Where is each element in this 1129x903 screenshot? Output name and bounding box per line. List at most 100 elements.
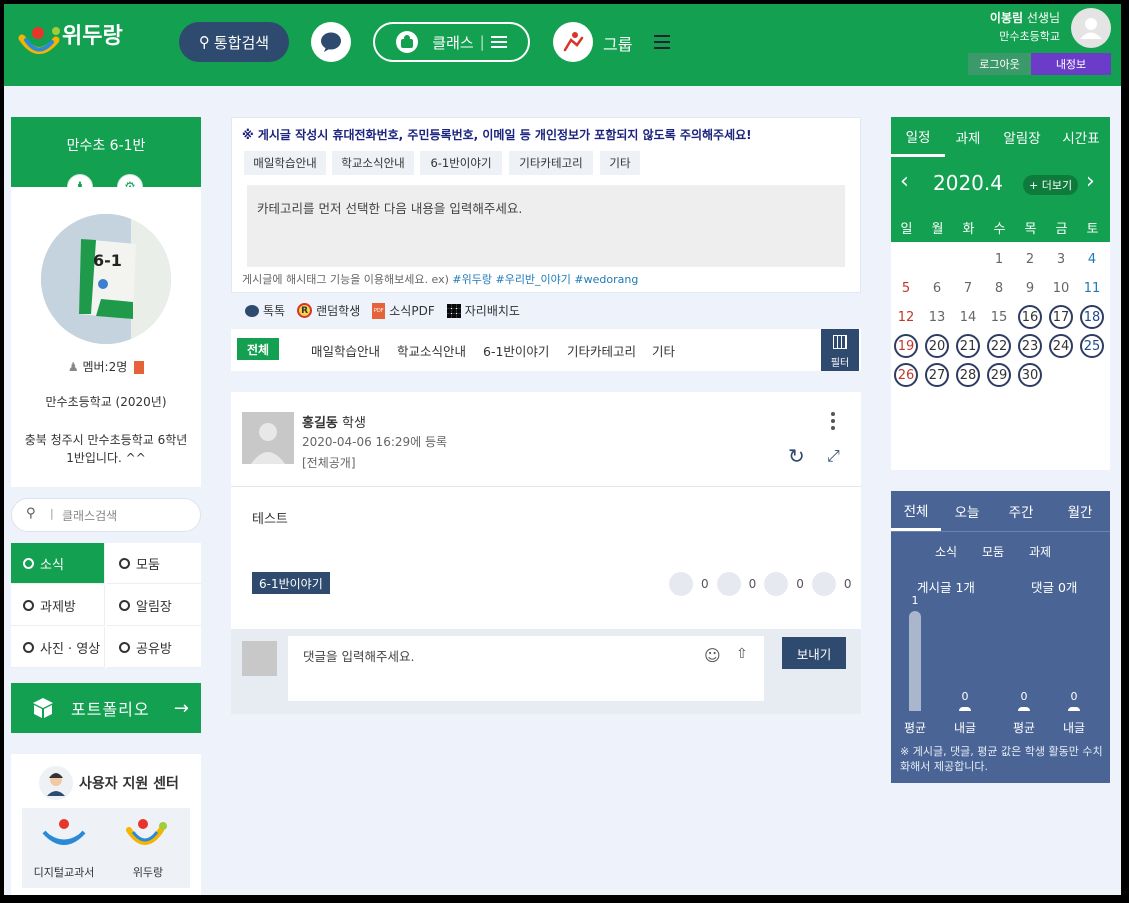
user-avatar[interactable] xyxy=(1071,8,1111,48)
hashtag-tip: 게시글에 해시태그 기능을 이용해보세요. ex) #위두랑 #우리반_이야기 … xyxy=(242,271,638,287)
stats-subtab-assignment[interactable]: 과제 xyxy=(1029,543,1051,560)
calendar-day[interactable]: 18 xyxy=(1080,305,1104,329)
author-avatar[interactable] xyxy=(242,412,294,464)
prev-month-icon[interactable]: ‹ xyxy=(900,169,909,194)
post-content-input[interactable]: 카테고리를 먼저 선택한 다음 내용을 입력해주세요. xyxy=(247,185,845,267)
calendar-day[interactable]: 23 xyxy=(1018,334,1042,358)
menu-notice[interactable]: 알림장 xyxy=(107,585,201,626)
comment-input[interactable]: 댓글을 입력해주세요. ☺ ⇧ xyxy=(288,636,764,701)
calendar-day[interactable]: 13 xyxy=(925,305,949,329)
digital-textbook-link[interactable]: 디지털교과서 xyxy=(22,808,106,888)
tab-assignment[interactable]: 과제 xyxy=(941,117,995,157)
calendar-day[interactable]: 16 xyxy=(1018,305,1042,329)
calendar-day[interactable]: 20 xyxy=(925,334,949,358)
heart-icon[interactable] xyxy=(764,572,789,596)
category-chip[interactable]: 매일학습안내 xyxy=(244,151,326,175)
calendar-day[interactable]: 15 xyxy=(987,305,1011,329)
stats-tab-weekly[interactable]: 주간 xyxy=(994,491,1048,531)
stats-tab-all[interactable]: 전체 xyxy=(891,491,941,531)
menu-news[interactable]: 소식 xyxy=(11,543,105,584)
class-menu-button[interactable]: 클래스 | xyxy=(373,22,530,62)
document-icon[interactable] xyxy=(134,361,145,374)
calendar-day[interactable]: 9 xyxy=(1018,276,1042,300)
category-chip[interactable]: 기타카테고리 xyxy=(509,151,593,175)
share-icon[interactable] xyxy=(716,572,741,596)
tab-timetable[interactable]: 시간표 xyxy=(1054,117,1108,157)
calendar-day[interactable]: 21 xyxy=(956,334,980,358)
menu-share[interactable]: 공유방 xyxy=(107,627,201,668)
category-chip[interactable]: 6-1반이야기 xyxy=(420,151,502,175)
smile-reaction-icon[interactable] xyxy=(669,572,693,596)
stats-tab-today[interactable]: 오늘 xyxy=(941,491,993,531)
filter-tab[interactable]: 기타 xyxy=(652,341,675,360)
refresh-icon[interactable]: ↻ xyxy=(788,444,805,468)
emoji-icon[interactable]: ☺ xyxy=(704,646,721,665)
post-category-tag[interactable]: 6-1반이야기 xyxy=(252,572,330,594)
filter-tab[interactable]: 학교소식안내 xyxy=(397,341,466,360)
comment-icon[interactable] xyxy=(811,572,836,596)
calendar-day[interactable]: 19 xyxy=(894,334,918,358)
person-icon: ♟ xyxy=(67,360,79,374)
menu-group[interactable]: 모둠 xyxy=(107,543,201,584)
random-r-icon: R xyxy=(297,303,313,318)
send-comment-button[interactable]: 보내기 xyxy=(782,637,846,669)
tab-schedule[interactable]: 일정 xyxy=(891,117,945,157)
upload-icon[interactable]: ⇧ xyxy=(736,646,748,662)
calendar-day[interactable]: 30 xyxy=(1018,363,1042,387)
stats-tab-monthly[interactable]: 월간 xyxy=(1053,491,1107,531)
category-chip[interactable]: 학교소식안내 xyxy=(332,151,414,175)
more-options-icon[interactable] xyxy=(831,412,837,430)
menu-news-label: 소식 xyxy=(40,557,64,573)
filter-tab[interactable]: 6-1반이야기 xyxy=(483,341,549,360)
calendar-day[interactable]: 24 xyxy=(1049,334,1073,358)
menu-photo-video[interactable]: 사진 · 영상 xyxy=(11,627,105,668)
group-button[interactable] xyxy=(553,22,593,62)
class-search-input[interactable]: ⚲ | 클래스검색 xyxy=(11,498,201,532)
calendar-day[interactable]: 14 xyxy=(956,305,980,329)
my-info-button[interactable]: 내정보 xyxy=(1031,53,1111,75)
calendar-day[interactable]: 5 xyxy=(894,276,918,300)
calendar-day[interactable]: 17 xyxy=(1049,305,1073,329)
filter-tab-all[interactable]: 전체 xyxy=(237,338,279,360)
calendar-day[interactable]: 10 xyxy=(1049,276,1073,300)
calendar-day[interactable]: 1 xyxy=(987,247,1011,271)
chat-button[interactable] xyxy=(311,22,351,62)
calendar-day[interactable]: 3 xyxy=(1049,247,1073,271)
global-search-button[interactable]: ⚲ 통합검색 xyxy=(179,22,289,62)
talk-tool[interactable]: 톡톡 xyxy=(245,302,285,319)
filter-tab[interactable]: 매일학습안내 xyxy=(311,341,380,360)
menu-assignment[interactable]: 과제방 xyxy=(11,585,105,626)
seating-chart-tool[interactable]: 자리배치도 xyxy=(446,302,520,319)
compose-tools: 톡톡 R 랜덤학생 PDF 소식PDF 자리배치도 xyxy=(245,302,520,319)
calendar-day[interactable]: 8 xyxy=(987,276,1011,300)
menu-group-label: 모둠 xyxy=(136,557,160,573)
category-chip[interactable]: 기타 xyxy=(600,151,640,175)
logout-button[interactable]: 로그아웃 xyxy=(968,53,1031,75)
filter-button[interactable]: 필터 xyxy=(821,329,859,371)
stats-subtab-group[interactable]: 모둠 xyxy=(982,543,1004,560)
wedorang-link[interactable]: 위두랑 xyxy=(106,808,190,888)
calendar-day[interactable]: 11 xyxy=(1080,276,1104,300)
calendar-day[interactable]: 28 xyxy=(956,363,980,387)
calendar-day[interactable]: 27 xyxy=(925,363,949,387)
calendar-day[interactable]: 4 xyxy=(1080,247,1104,271)
calendar-day[interactable]: 26 xyxy=(894,363,918,387)
weekday-label: 목 xyxy=(1024,221,1037,237)
filter-tab[interactable]: 기타카테고리 xyxy=(567,341,636,360)
calendar-day[interactable]: 22 xyxy=(987,334,1011,358)
stats-subtab-news[interactable]: 소식 xyxy=(935,543,957,560)
next-month-icon[interactable]: › xyxy=(1086,169,1095,194)
group-hamburger-icon[interactable] xyxy=(654,35,670,53)
calendar-day[interactable]: 25 xyxy=(1080,334,1104,358)
calendar-day[interactable]: 12 xyxy=(894,305,918,329)
calendar-day[interactable]: 29 xyxy=(987,363,1011,387)
calendar-day[interactable]: 6 xyxy=(925,276,949,300)
calendar-day[interactable]: 7 xyxy=(956,276,980,300)
more-button[interactable]: + 더보기 xyxy=(1023,175,1079,195)
portfolio-button[interactable]: 포트폴리오 → xyxy=(11,683,201,733)
expand-icon[interactable]: ⤢ xyxy=(827,446,840,466)
calendar-day[interactable]: 2 xyxy=(1018,247,1042,271)
random-student-tool[interactable]: R 랜덤학생 xyxy=(297,302,360,319)
tab-notice[interactable]: 알림장 xyxy=(995,117,1049,157)
news-pdf-tool[interactable]: PDF 소식PDF xyxy=(372,302,435,319)
